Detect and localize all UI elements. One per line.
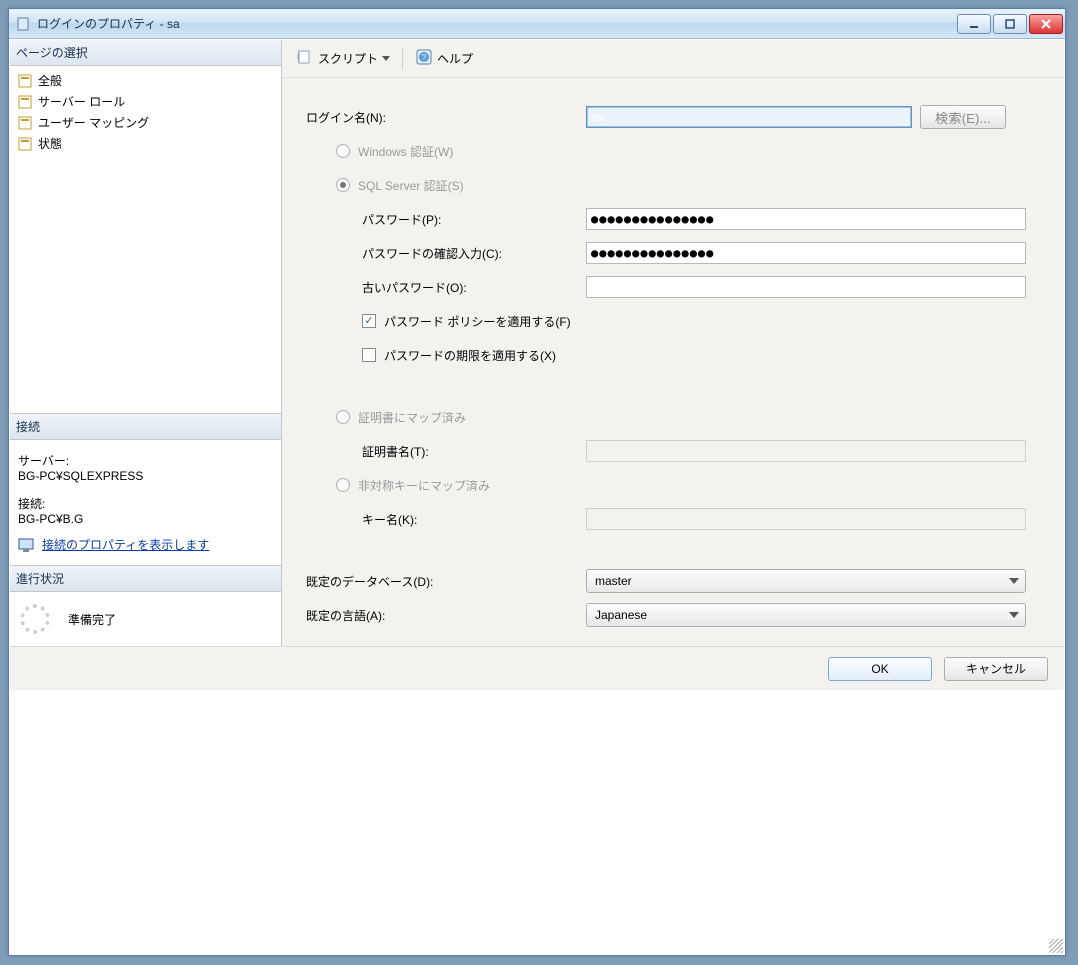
default-db-select[interactable]: master [586, 569, 1026, 593]
script-icon [296, 48, 314, 69]
ok-button[interactable]: OK [828, 657, 932, 681]
minimize-button[interactable] [957, 14, 991, 34]
help-button[interactable]: ? ヘルプ [409, 45, 479, 72]
password-label: パスワード(P): [306, 211, 586, 228]
help-icon: ? [415, 48, 433, 69]
default-lang-label: 既定の言語(A): [306, 607, 586, 624]
enforce-expiry-label: パスワードの期限を適用する(X) [384, 347, 556, 364]
window-title: ログインのプロパティ - sa [37, 15, 957, 32]
sidebar-item-label: 全般 [38, 72, 62, 89]
connection-header: 接続 [10, 414, 281, 440]
sidebar-item-server-roles[interactable]: サーバー ロール [14, 91, 277, 112]
cancel-label: キャンセル [966, 662, 1026, 676]
dialog-footer: OK キャンセル [10, 646, 1064, 690]
confirm-password-input[interactable] [586, 242, 1026, 264]
app-icon [15, 16, 31, 32]
page-icon [16, 137, 34, 151]
sidebar-item-label: ユーザー マッピング [38, 114, 149, 131]
toolbar: スクリプト ? ヘルプ [282, 40, 1064, 78]
search-button[interactable]: 検索(E)... [920, 105, 1006, 129]
page-select-header: ページの選択 [10, 40, 281, 66]
server-label: サーバー: [18, 452, 273, 469]
mapped-asym-radio [336, 478, 350, 492]
sql-auth-radio [336, 178, 350, 192]
cert-name-label: 証明書名(T): [306, 443, 586, 460]
login-name-label: ログイン名(N): [306, 109, 586, 126]
server-value: BG-PC¥SQLEXPRESS [18, 469, 273, 483]
mapped-cert-radio [336, 410, 350, 424]
chevron-down-icon [1009, 612, 1019, 618]
link-text: 接続のプロパティを表示します [42, 536, 209, 553]
resize-grip-icon[interactable] [1049, 939, 1063, 953]
page-list: 全般 サーバー ロール ユーザー マッピング 状態 [10, 66, 281, 158]
sidebar-item-user-mapping[interactable]: ユーザー マッピング [14, 112, 277, 133]
sidebar-item-status[interactable]: 状態 [14, 133, 277, 154]
maximize-button[interactable] [993, 14, 1027, 34]
progress-header: 進行状況 [10, 566, 281, 592]
key-name-label: キー名(K): [306, 511, 586, 528]
enforce-policy-label: パスワード ポリシーを適用する(F) [384, 313, 571, 330]
sidebar: ページの選択 全般 サーバー ロール ユーザー マッピング [10, 40, 282, 646]
progress-spinner-icon [20, 604, 50, 634]
connection-value: BG-PC¥B.G [18, 512, 273, 526]
sidebar-item-label: 状態 [38, 135, 62, 152]
enforce-policy-checkbox[interactable] [362, 314, 376, 328]
default-lang-select[interactable]: Japanese [586, 603, 1026, 627]
default-db-label: 既定のデータベース(D): [306, 573, 586, 590]
cancel-button[interactable]: キャンセル [944, 657, 1048, 681]
titlebar[interactable]: ログインのプロパティ - sa [9, 9, 1065, 39]
connection-label: 接続: [18, 495, 273, 512]
mapped-asym-label: 非対称キーにマップ済み [358, 477, 490, 494]
enforce-expiry-checkbox[interactable] [362, 348, 376, 362]
help-label: ヘルプ [437, 50, 473, 67]
page-icon [16, 95, 34, 109]
chevron-down-icon [1009, 578, 1019, 584]
mapped-cert-label: 証明書にマップ済み [358, 409, 466, 426]
svg-text:?: ? [422, 53, 427, 62]
main-panel: スクリプト ? ヘルプ ログイン名(N): [282, 40, 1064, 646]
script-label: スクリプト [318, 50, 378, 67]
connection-properties-link[interactable]: 接続のプロパティを表示します [18, 536, 273, 557]
toolbar-separator [402, 48, 403, 70]
windows-auth-label: Windows 認証(W) [358, 143, 453, 160]
ok-label: OK [871, 662, 888, 676]
old-password-label: 古いパスワード(O): [306, 279, 586, 296]
search-button-label: 検索(E)... [935, 111, 991, 126]
key-name-input [586, 508, 1026, 530]
page-icon [16, 74, 34, 88]
sql-auth-label: SQL Server 認証(S) [358, 177, 464, 194]
login-name-input[interactable] [586, 106, 912, 128]
default-db-value: master [595, 574, 632, 588]
confirm-password-label: パスワードの確認入力(C): [306, 245, 586, 262]
password-input[interactable] [586, 208, 1026, 230]
script-button[interactable]: スクリプト [290, 45, 396, 72]
progress-status: 準備完了 [68, 611, 116, 628]
windows-auth-radio [336, 144, 350, 158]
sidebar-item-label: サーバー ロール [38, 93, 125, 110]
properties-icon [18, 536, 36, 557]
old-password-input[interactable] [586, 276, 1026, 298]
page-icon [16, 116, 34, 130]
default-lang-value: Japanese [595, 608, 647, 622]
sidebar-item-general[interactable]: 全般 [14, 70, 277, 91]
close-button[interactable] [1029, 14, 1063, 34]
dropdown-icon [382, 56, 390, 61]
cert-name-input [586, 440, 1026, 462]
